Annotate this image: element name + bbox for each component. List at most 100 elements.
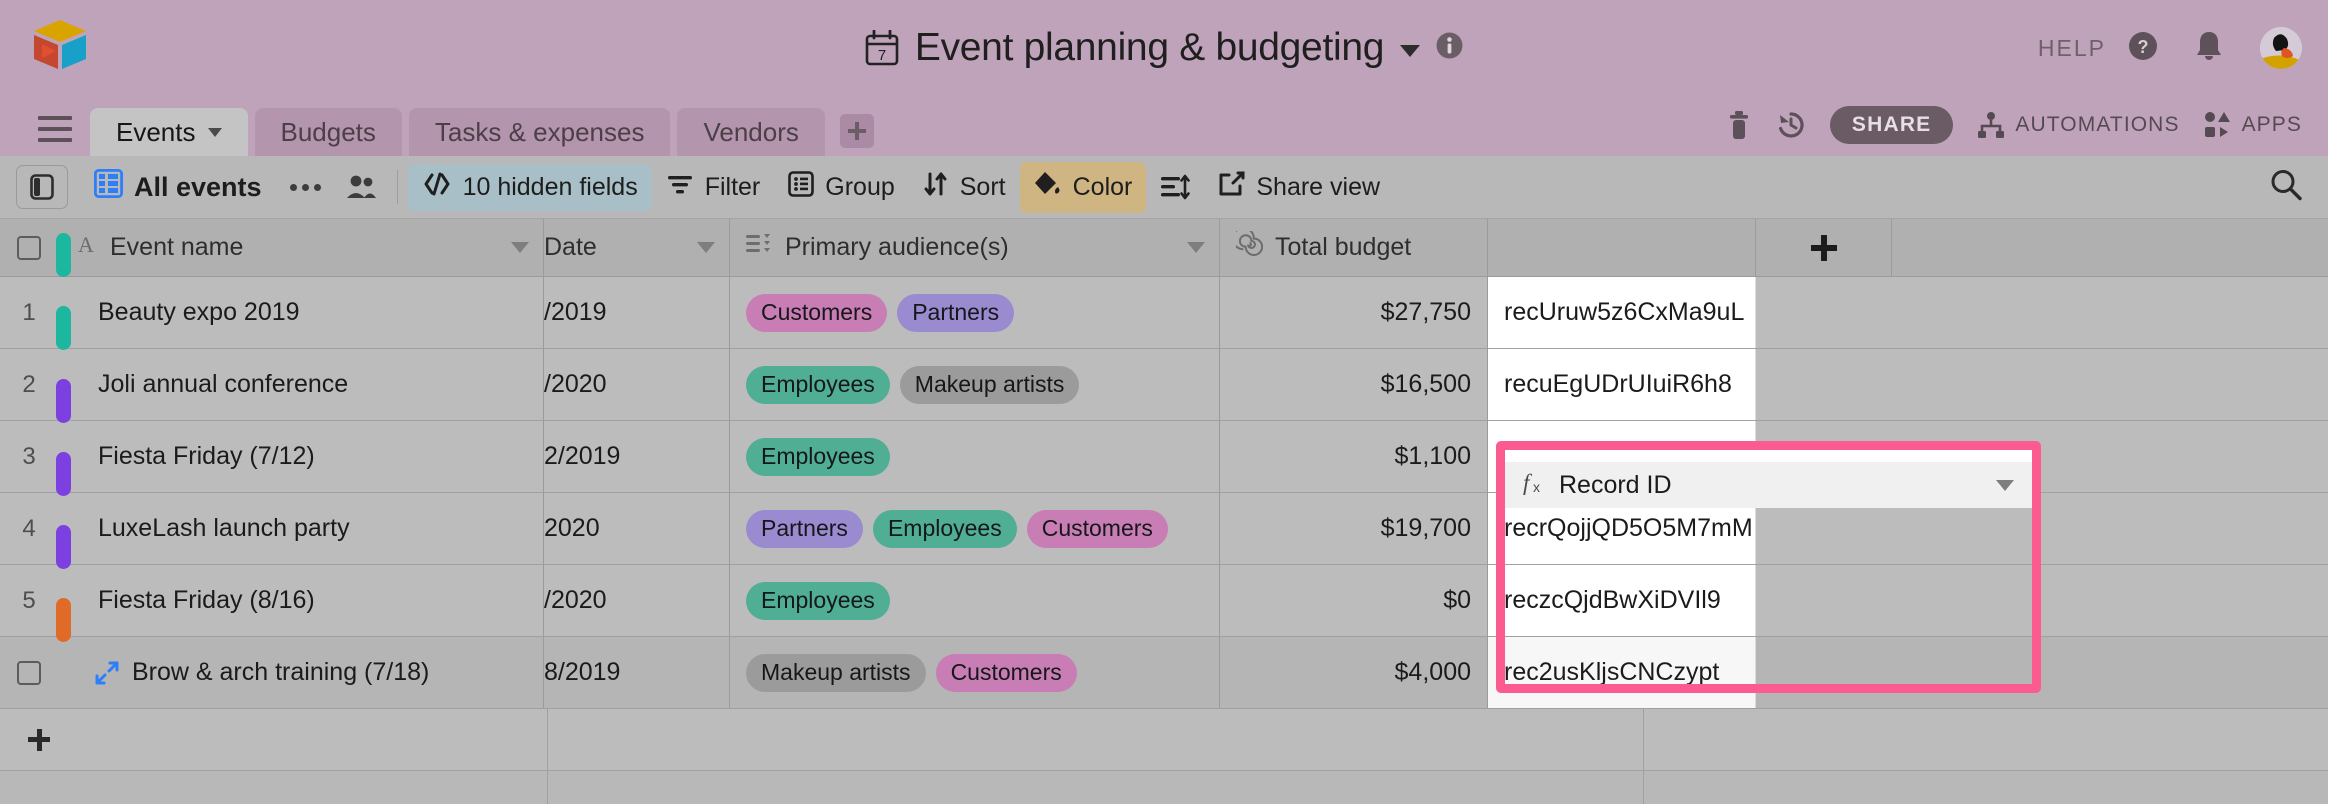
add-table-button[interactable] <box>840 114 874 148</box>
apps-button[interactable]: APPS <box>2204 112 2302 138</box>
cell-primary-audiences[interactable]: Partners Employees Customers <box>730 493 1220 564</box>
row-checkbox[interactable] <box>17 661 41 685</box>
info-icon[interactable] <box>1436 32 1463 64</box>
table-row[interactable]: 2 Joli annual conference /2020 Employees… <box>0 349 2328 421</box>
chevron-down-icon[interactable] <box>511 242 529 253</box>
cell-value: $1,100 <box>1395 442 1471 471</box>
cell-total-budget[interactable]: $16,500 <box>1220 349 1488 420</box>
tab-budgets[interactable]: Budgets <box>255 108 402 156</box>
cell-total-budget[interactable]: $0 <box>1220 565 1488 636</box>
row-number[interactable]: 2 <box>0 349 58 420</box>
sort-icon <box>923 171 949 204</box>
share-view-button[interactable]: Share view <box>1204 162 1394 212</box>
table-row[interactable]: 1 Beauty expo 2019 /2019 Customers Partn… <box>0 277 2328 349</box>
notifications-bell-icon[interactable] <box>2180 30 2224 67</box>
cell-primary-audiences[interactable]: Employees <box>730 421 1220 492</box>
cell-value: recuEgUDrUIuiR6h8 <box>1504 370 1732 399</box>
title-chevron-down-icon[interactable] <box>1400 45 1420 57</box>
row-number[interactable]: 5 <box>0 565 58 636</box>
sidebar-toggle-button[interactable] <box>16 165 68 209</box>
apps-icon <box>2204 112 2232 138</box>
row-number[interactable]: 4 <box>0 493 58 564</box>
table-row[interactable]: 6 Brow & arch training (7/18) 8/2019 Mak… <box>0 637 2328 709</box>
cell-record-id[interactable]: reczcQjdBwXiDVIl9 <box>1488 565 1756 636</box>
cell-primary-audiences[interactable]: Makeup artists Customers <box>730 637 1220 708</box>
color-button[interactable]: Color <box>1020 162 1147 213</box>
cell-date[interactable]: /2020 <box>544 565 730 636</box>
view-options-button[interactable] <box>276 184 335 191</box>
cell-date[interactable]: 2020 <box>544 493 730 564</box>
cell-event-name[interactable]: Joli annual conference <box>58 349 544 420</box>
column-header-total-budget[interactable]: Total budget <box>1220 219 1488 276</box>
column-header-event-name[interactable]: A Event name <box>58 219 544 276</box>
group-button[interactable]: Group <box>774 163 908 212</box>
cell-value: /2020 <box>544 586 607 615</box>
cell-record-id[interactable]: recuEgUDrUIuiR6h8 <box>1488 349 1756 420</box>
tab-tasks-expenses[interactable]: Tasks & expenses <box>409 108 671 156</box>
column-header-record-id[interactable] <box>1488 219 1756 276</box>
cell-event-name[interactable]: LuxeLash launch party <box>58 493 544 564</box>
cell-record-id[interactable]: recUruw5z6CxMa9uL <box>1488 277 1756 348</box>
cell-event-name[interactable]: Fiesta Friday (8/16) <box>58 565 544 636</box>
cell-total-budget[interactable]: $4,000 <box>1220 637 1488 708</box>
filter-label: Filter <box>705 173 761 202</box>
share-view-label: Share view <box>1256 173 1380 202</box>
row-number[interactable]: 6 <box>0 637 58 708</box>
menu-icon[interactable] <box>38 116 72 142</box>
cell-event-name[interactable]: Brow & arch training (7/18) <box>58 637 544 708</box>
add-field-button[interactable] <box>1756 219 1892 276</box>
table-row[interactable]: 5 Fiesta Friday (8/16) /2020 Employees $… <box>0 565 2328 637</box>
tag-pill: Customers <box>936 654 1077 692</box>
cell-primary-audiences[interactable]: Employees <box>730 565 1220 636</box>
row-number[interactable]: 1 <box>0 277 58 348</box>
cell-total-budget[interactable]: $27,750 <box>1220 277 1488 348</box>
row-tail <box>1756 637 2328 708</box>
page-title: Event planning & budgeting <box>915 26 1384 70</box>
column-header-primary-audiences[interactable]: Primary audience(s) <box>730 219 1220 276</box>
cell-record-id[interactable]: rec2usKljsCNCzypt <box>1488 637 1756 708</box>
cell-date[interactable]: /2019 <box>544 277 730 348</box>
table-tab-bar: Events Budgets Tasks & expenses Vendors … <box>0 96 2328 156</box>
chevron-down-icon[interactable] <box>1996 480 2014 491</box>
user-avatar[interactable] <box>2260 27 2302 69</box>
sort-button[interactable]: Sort <box>909 163 1020 212</box>
cell-total-budget[interactable]: $19,700 <box>1220 493 1488 564</box>
help-icon[interactable]: ? <box>2128 31 2158 66</box>
share-button[interactable]: SHARE <box>1830 106 1954 144</box>
row-tail <box>1756 565 2328 636</box>
hidden-fields-button[interactable]: 10 hidden fields <box>408 164 652 211</box>
collaborators-button[interactable] <box>335 166 387 208</box>
grid-body: 1 Beauty expo 2019 /2019 Customers Partn… <box>0 277 2328 804</box>
cell-date[interactable]: 2/2019 <box>544 421 730 492</box>
cell-primary-audiences[interactable]: Employees Makeup artists <box>730 349 1220 420</box>
tab-events[interactable]: Events <box>90 108 248 156</box>
cell-primary-audiences[interactable]: Customers Partners <box>730 277 1220 348</box>
cell-date[interactable]: 8/2019 <box>544 637 730 708</box>
select-all-checkbox[interactable] <box>0 219 58 276</box>
search-button[interactable] <box>2270 169 2302 206</box>
filter-button[interactable]: Filter <box>652 164 775 211</box>
expand-record-icon[interactable] <box>94 660 120 686</box>
add-record-row[interactable] <box>0 709 2328 771</box>
cell-total-budget[interactable]: $1,100 <box>1220 421 1488 492</box>
column-header-date[interactable]: Date <box>544 219 730 276</box>
tab-vendors[interactable]: Vendors <box>677 108 824 156</box>
chevron-down-icon[interactable] <box>697 242 715 253</box>
svg-text:?: ? <box>2138 37 2149 57</box>
help-label[interactable]: HELP <box>2038 35 2106 62</box>
cell-event-name[interactable]: Beauty expo 2019 <box>58 277 544 348</box>
cell-event-name[interactable]: Fiesta Friday (7/12) <box>58 421 544 492</box>
column-header-record-id-overlay[interactable]: f x Record ID <box>1505 450 2032 508</box>
add-record-cell[interactable] <box>0 709 548 770</box>
cell-value: 8/2019 <box>544 658 620 687</box>
history-icon[interactable] <box>1776 110 1806 140</box>
row-number[interactable]: 3 <box>0 421 58 492</box>
view-name-button[interactable]: All events <box>86 161 276 213</box>
footer-mid <box>548 771 1644 804</box>
cell-date[interactable]: /2020 <box>544 349 730 420</box>
automations-button[interactable]: AUTOMATIONS <box>1977 112 2179 138</box>
row-height-button[interactable] <box>1146 166 1204 208</box>
trash-icon[interactable] <box>1726 110 1752 140</box>
chevron-down-icon[interactable] <box>1187 242 1205 253</box>
chevron-down-icon[interactable] <box>208 128 222 137</box>
